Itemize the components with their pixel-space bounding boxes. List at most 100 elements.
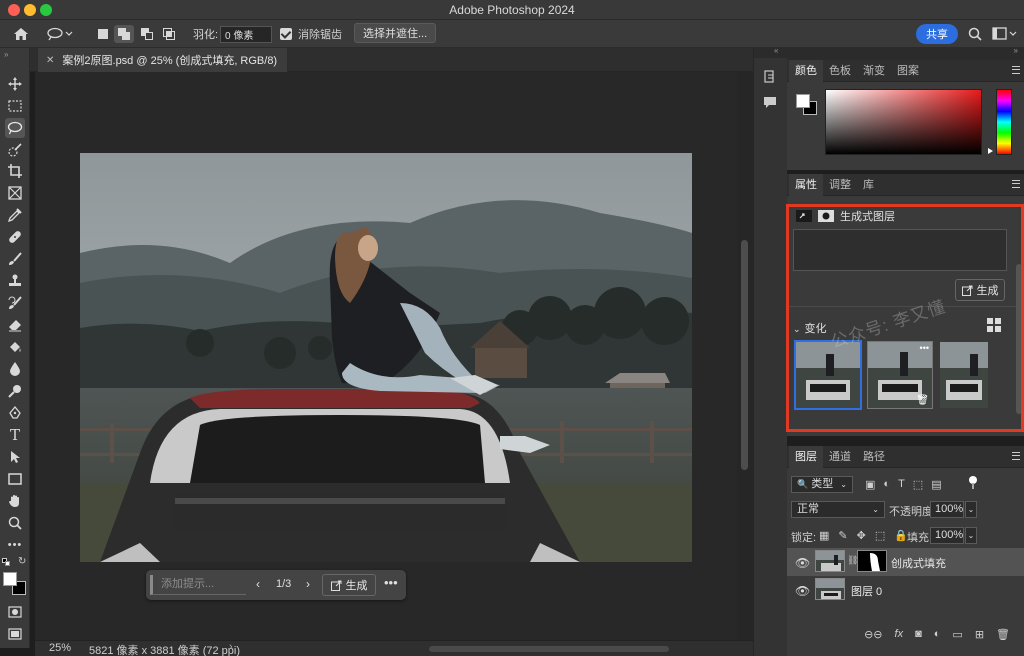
- tab-layers[interactable]: 图层: [789, 446, 823, 468]
- antialias-checkbox-wrap[interactable]: 消除锯齿: [280, 25, 342, 43]
- smart-object-filter-icon[interactable]: ▤: [931, 478, 941, 491]
- adjustment-filter-icon[interactable]: ◐: [883, 478, 890, 491]
- filter-toggle-icon[interactable]: [969, 476, 977, 490]
- move-tool-icon[interactable]: [5, 74, 25, 94]
- zoom-tool-icon[interactable]: [5, 513, 25, 533]
- lock-transparent-icon[interactable]: ▦: [819, 529, 829, 542]
- rectangle-tool-icon[interactable]: [5, 469, 25, 489]
- panel-fg-bg-swatches[interactable]: [796, 94, 818, 116]
- foreground-color-swatch[interactable]: [3, 572, 17, 586]
- history-panel-icon[interactable]: [762, 70, 778, 86]
- add-to-selection-icon[interactable]: [114, 25, 134, 43]
- next-variation-icon[interactable]: ›: [306, 577, 310, 591]
- hand-tool-icon[interactable]: [5, 491, 25, 511]
- type-tool-icon[interactable]: T: [5, 425, 25, 445]
- dodge-tool-icon[interactable]: [5, 381, 25, 401]
- history-brush-tool-icon[interactable]: [5, 293, 25, 313]
- paint-bucket-tool-icon[interactable]: [5, 337, 25, 357]
- layer-name[interactable]: 创成式填充: [891, 555, 946, 571]
- visibility-eye-icon[interactable]: 👁: [795, 584, 810, 598]
- collapse-arrows-icon[interactable]: »: [4, 50, 8, 59]
- tab-gradients[interactable]: 渐变: [857, 60, 891, 82]
- lock-image-icon[interactable]: ✎: [838, 529, 847, 542]
- tab-channels[interactable]: 通道: [823, 446, 857, 468]
- document-photo[interactable]: [80, 153, 692, 562]
- tab-libraries[interactable]: 库: [857, 174, 880, 196]
- crop-tool-icon[interactable]: [5, 161, 25, 181]
- stamp-tool-icon[interactable]: [5, 271, 25, 291]
- blend-mode-dropdown[interactable]: 正常 ⌄: [791, 501, 885, 518]
- tab-patterns[interactable]: 图案: [891, 60, 925, 82]
- hue-slider-marker-icon[interactable]: [988, 148, 993, 154]
- tab-adjustments[interactable]: 调整: [823, 174, 857, 196]
- fill-input[interactable]: 100%: [930, 527, 964, 544]
- opacity-input[interactable]: 100%: [930, 501, 964, 518]
- visibility-eye-icon[interactable]: 👁: [795, 556, 810, 570]
- new-group-icon[interactable]: ▭: [952, 628, 962, 646]
- link-layers-icon[interactable]: ⊖⊖: [864, 628, 882, 646]
- horizontal-scroll-thumb[interactable]: [429, 646, 669, 652]
- layer-row-generative-fill[interactable]: 👁 ⛓ 创成式填充: [787, 548, 1024, 576]
- tab-paths[interactable]: 路径: [857, 446, 891, 468]
- generate-button-context[interactable]: 生成: [322, 574, 376, 596]
- share-button[interactable]: 共享: [916, 24, 958, 44]
- layer-style-icon[interactable]: fx: [895, 628, 904, 646]
- swap-colors-icon[interactable]: ↻: [18, 556, 26, 567]
- adjustment-layer-icon[interactable]: ◐: [934, 628, 941, 646]
- hue-slider[interactable]: [996, 89, 1012, 155]
- panel-foreground-swatch[interactable]: [796, 94, 810, 108]
- eyedropper-tool-icon[interactable]: [5, 205, 25, 225]
- layer-row-layer-0[interactable]: 👁 图层 0: [787, 576, 1024, 604]
- brush-tool-icon[interactable]: [5, 249, 25, 269]
- lasso-tool-icon[interactable]: [5, 118, 25, 138]
- subtract-from-selection-icon[interactable]: [140, 25, 154, 43]
- select-and-mask-button[interactable]: 选择并遮住...: [354, 23, 437, 43]
- layers-panel-menu-icon[interactable]: [1012, 452, 1020, 460]
- color-panel-menu-icon[interactable]: [1012, 66, 1020, 74]
- strip-collapse-bar[interactable]: «: [754, 46, 788, 58]
- more-options-icon[interactable]: •••: [384, 575, 398, 590]
- comments-panel-icon[interactable]: [762, 96, 778, 112]
- marquee-tool-icon[interactable]: [5, 96, 25, 116]
- more-tools-icon[interactable]: •••: [5, 535, 25, 555]
- default-colors-icon[interactable]: [2, 558, 10, 566]
- layer-filter-dropdown[interactable]: 🔍 类型 ⌄: [791, 476, 853, 493]
- home-icon[interactable]: [12, 25, 30, 43]
- canvas-vertical-scrollbar[interactable]: [737, 72, 753, 640]
- healing-brush-tool-icon[interactable]: [5, 227, 25, 247]
- frame-tool-icon[interactable]: [5, 183, 25, 203]
- quick-mask-icon[interactable]: [5, 602, 25, 622]
- fill-dropdown-icon[interactable]: ⌄: [965, 527, 977, 544]
- lock-all-icon[interactable]: 🔒: [894, 529, 908, 542]
- status-menu-icon[interactable]: ›: [229, 641, 233, 653]
- eraser-tool-icon[interactable]: [5, 315, 25, 335]
- add-mask-icon[interactable]: ◙: [915, 628, 922, 646]
- close-tab-icon[interactable]: ✕: [46, 55, 54, 66]
- lock-position-icon[interactable]: ✥: [857, 529, 866, 542]
- search-icon[interactable]: [968, 25, 982, 43]
- blur-tool-icon[interactable]: [5, 359, 25, 379]
- tab-properties[interactable]: 属性: [789, 174, 823, 196]
- pen-tool-icon[interactable]: [5, 403, 25, 423]
- lock-artboard-icon[interactable]: ⬚: [875, 529, 885, 542]
- previous-variation-icon[interactable]: ‹: [256, 577, 260, 591]
- properties-panel-menu-icon[interactable]: [1012, 180, 1020, 188]
- color-picker-field[interactable]: [825, 89, 982, 155]
- screen-mode-icon[interactable]: [5, 624, 25, 644]
- opacity-dropdown-icon[interactable]: ⌄: [965, 501, 977, 518]
- path-selection-tool-icon[interactable]: [5, 447, 25, 467]
- zoom-level[interactable]: 25%: [49, 642, 71, 654]
- tab-color[interactable]: 颜色: [789, 60, 823, 82]
- object-selection-tool-icon[interactable]: [5, 140, 25, 160]
- workspace-icon[interactable]: [992, 25, 1018, 43]
- tab-swatches[interactable]: 色板: [823, 60, 857, 82]
- shape-filter-icon[interactable]: ⬚: [913, 478, 923, 491]
- prompt-input[interactable]: 添加提示...: [150, 575, 246, 595]
- document-tab[interactable]: ✕ 案例2原图.psd @ 25% (创成式填充, RGB/8): [38, 48, 288, 72]
- new-selection-icon[interactable]: [96, 25, 110, 43]
- type-filter-icon[interactable]: T: [898, 478, 905, 491]
- lasso-preset-picker[interactable]: [46, 25, 74, 43]
- layer-name[interactable]: 图层 0: [851, 583, 882, 599]
- feather-input[interactable]: [220, 25, 272, 43]
- scroll-thumb[interactable]: [741, 240, 748, 470]
